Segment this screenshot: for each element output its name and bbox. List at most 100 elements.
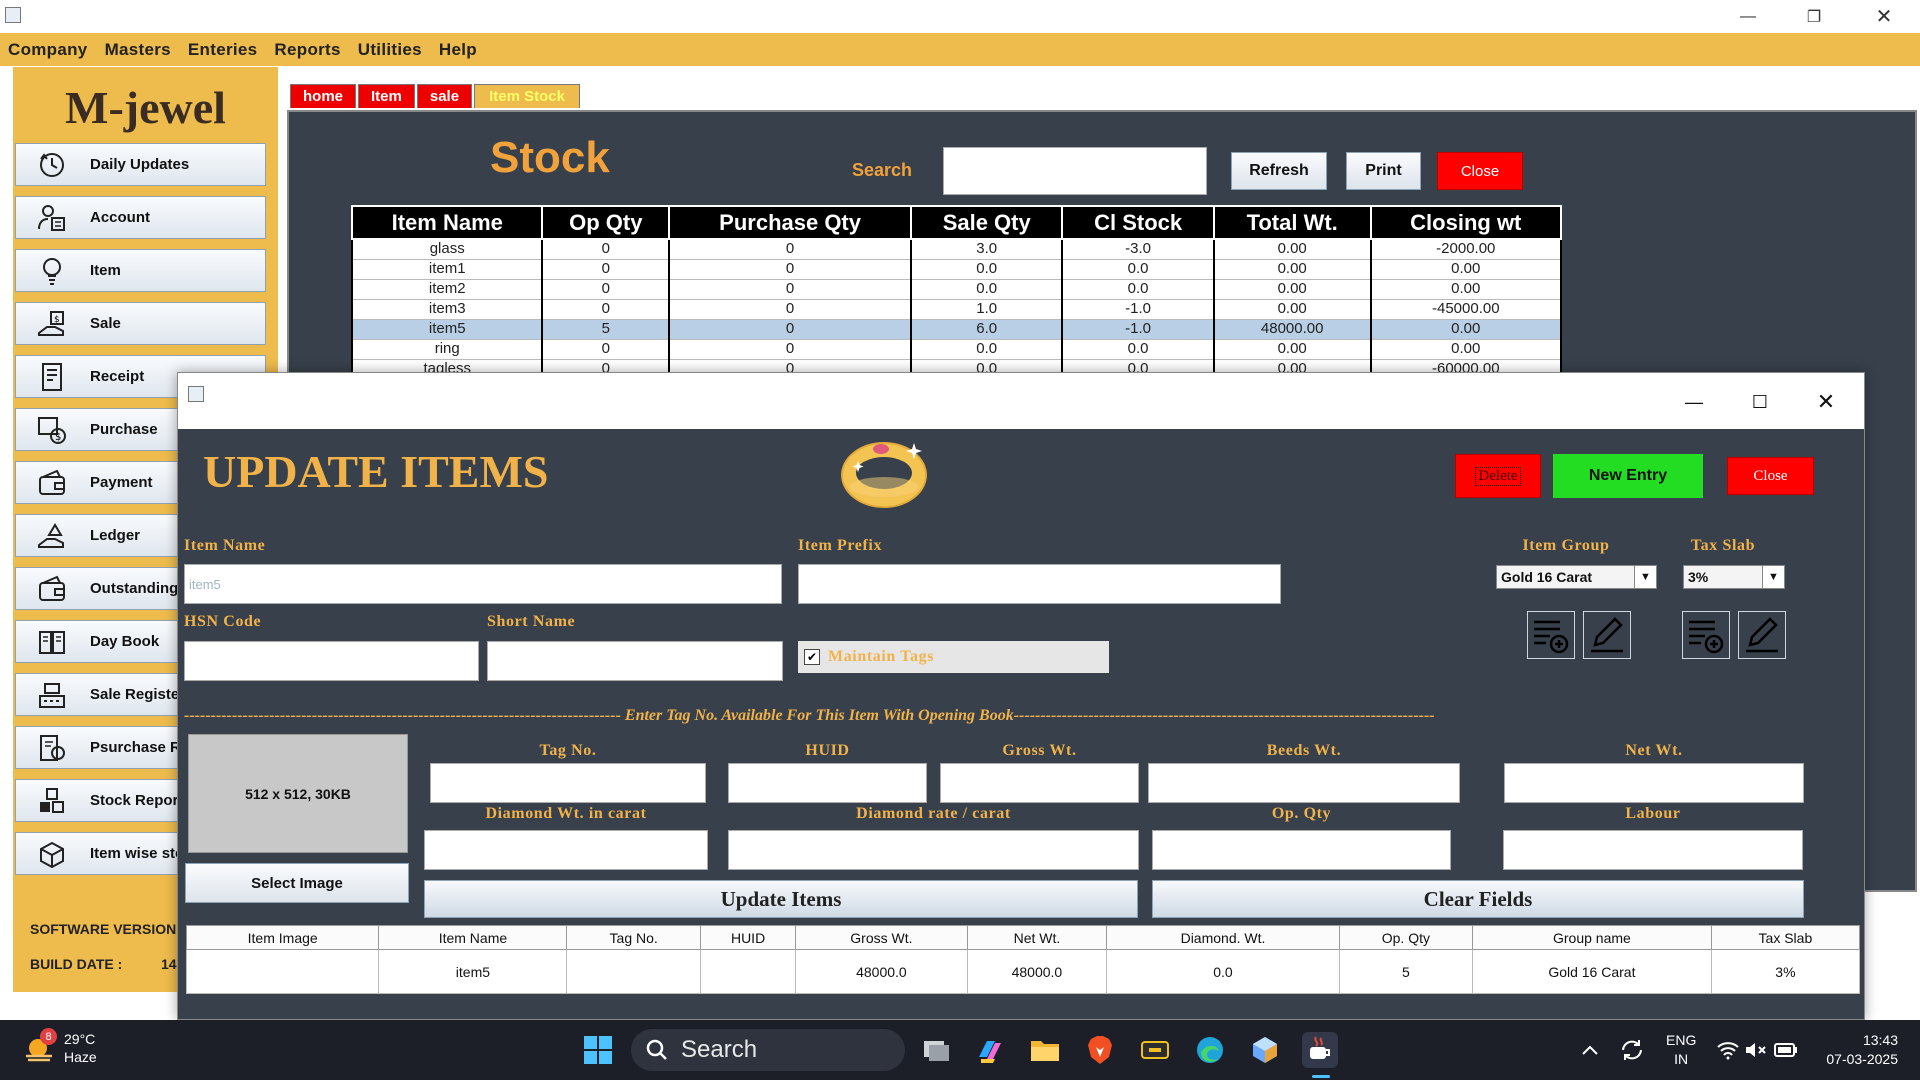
column-header[interactable]: Tag No. [566,925,701,950]
column-header[interactable]: Tax Slab [1710,925,1861,950]
table-cell: 0 [668,279,913,299]
dialog-close-window-button[interactable]: ✕ [1793,382,1859,422]
table-row[interactable]: item3 0 0 1.0 -1.0 0.00 -45000.00 [350,299,1563,319]
column-header[interactable]: Closing wt [1369,205,1563,240]
op-qty-field[interactable] [1152,830,1451,870]
restore-button[interactable]: ❐ [1781,0,1847,33]
windows-start-icon[interactable] [580,1032,616,1068]
column-header[interactable]: Op Qty [541,205,671,240]
column-header[interactable]: Sale Qty [910,205,1064,240]
diamond-wt-field[interactable] [424,830,708,870]
huid-field[interactable] [728,763,927,803]
chevron-up-icon[interactable] [1572,1032,1608,1068]
beeds-wt-field[interactable] [1148,763,1460,803]
new-entry-button[interactable]: New Entry [1553,454,1703,498]
gross-wt-field[interactable] [940,763,1139,803]
java-app-taskbar-icon[interactable] [1302,1032,1338,1068]
table-row[interactable]: item5 48000.0 48000.0 0.0 5 Gold 16 Cara… [185,949,1861,994]
dialog-maximize-button[interactable]: ☐ [1727,382,1793,422]
copilot-icon[interactable] [972,1032,1008,1068]
column-header[interactable]: Group name [1472,925,1712,950]
menu-utilities[interactable]: Utilities [358,40,422,60]
table-cell: 0 [668,259,913,279]
brave-browser-icon[interactable] [1082,1032,1118,1068]
sidebar-item-label: Receipt [90,368,145,385]
weather-widget[interactable]: 8 29°C Haze [22,1028,97,1066]
hsn-code-field[interactable] [184,641,479,681]
ring-logo-icon [836,435,932,514]
tab-home[interactable]: home [290,84,357,108]
minimize-button[interactable]: — [1715,0,1781,33]
stock-close-button[interactable]: Close [1437,152,1523,190]
column-header[interactable]: Item Image [185,925,380,950]
file-explorer-icon[interactable] [1027,1032,1063,1068]
table-row[interactable]: item2 0 0 0.0 0.0 0.00 0.00 [350,279,1563,299]
diamond-rate-field[interactable] [728,830,1139,870]
sidebar-item-daily-updates[interactable]: Daily Updates [15,143,266,186]
sidebar-item-account[interactable]: Account [15,196,266,239]
item-prefix-field[interactable] [798,564,1281,604]
column-header[interactable]: Purchase Qty [668,205,913,240]
column-header[interactable]: Op. Qty [1338,925,1474,950]
column-header[interactable]: HUID [699,925,797,950]
table-cell [566,949,701,994]
svg-text:$: $ [55,432,61,443]
taskbar-search[interactable]: Search [631,1029,905,1071]
column-header[interactable]: Item Name [378,925,568,950]
add-item-group-button[interactable] [1527,611,1575,659]
column-header[interactable]: Cl Stock [1061,205,1215,240]
column-header[interactable]: Gross Wt. [795,925,968,950]
column-header[interactable]: Total Wt. [1212,205,1372,240]
hsn-code-label: HSN Code [184,613,262,630]
sidebar-item-item[interactable]: Item [15,249,266,292]
table-row-selected[interactable]: item5 5 0 6.0 -1.0 48000.00 0.00 [350,319,1563,339]
column-header[interactable]: Diamond. Wt. [1106,925,1340,950]
edit-item-group-button[interactable] [1583,611,1631,659]
refresh-button[interactable]: Refresh [1231,152,1327,190]
labour-field[interactable] [1503,830,1803,870]
tax-slab-select[interactable]: 3% ▼ [1683,565,1785,589]
table-cell: 0.0 [1061,259,1215,279]
table-row[interactable]: item1 0 0 0.0 0.0 0.00 0.00 [350,259,1563,279]
select-image-button[interactable]: Select Image [185,863,409,903]
menu-company[interactable]: Company [8,40,88,60]
add-tax-slab-button[interactable] [1682,611,1730,659]
taskbar-clock[interactable]: 13:43 07-03-2025 [1826,1031,1898,1069]
delete-button[interactable]: Delete [1455,454,1541,498]
menu-masters[interactable]: Masters [105,40,171,60]
short-name-field[interactable] [487,641,783,681]
battery-icon[interactable] [1768,1032,1804,1068]
column-header[interactable]: Net Wt. [966,925,1108,950]
net-wt-field[interactable] [1504,763,1804,803]
menu-help[interactable]: Help [439,40,477,60]
item-name-field[interactable] [184,564,782,604]
gaming-app-icon[interactable] [1137,1032,1173,1068]
weather-badge: 8 [40,1028,57,1045]
item-group-select[interactable]: Gold 16 Carat ▼ [1496,565,1657,589]
tab-sale[interactable]: sale [416,84,473,108]
maintain-tags-checkbox[interactable]: ✔ Maintain Tags [798,641,1109,673]
cube-app-icon[interactable] [1247,1032,1283,1068]
menu-enteries[interactable]: Enteries [188,40,258,60]
dialog-minimize-button[interactable]: — [1661,382,1727,422]
task-view-icon[interactable] [918,1032,954,1068]
sidebar-item-sale[interactable]: $ Sale [15,302,266,345]
print-button[interactable]: Print [1346,152,1421,190]
dialog-close-button[interactable]: Close [1727,457,1814,495]
edge-browser-icon[interactable] [1192,1032,1228,1068]
update-items-button[interactable]: Update Items [424,880,1138,918]
stock-search-input[interactable] [943,147,1207,195]
table-row[interactable]: ring 0 0 0.0 0.0 0.00 0.00 [350,339,1563,359]
language-indicator[interactable]: ENG IN [1666,1031,1696,1069]
table-row[interactable]: glass 0 0 3.0 -3.0 0.00 -2000.00 [350,239,1563,259]
close-window-button[interactable]: ✕ [1851,0,1917,33]
tab-item[interactable]: Item [358,84,415,108]
column-header[interactable]: Item Name [350,205,544,240]
clear-fields-button[interactable]: Clear Fields [1152,880,1804,918]
edit-tax-slab-button[interactable] [1738,611,1786,659]
tab-item-stock[interactable]: Item Stock [474,84,580,108]
tag-no-field[interactable] [430,763,706,803]
taskbar-search-label: Search [681,1036,758,1063]
menu-reports[interactable]: Reports [274,40,340,60]
sync-icon[interactable] [1614,1032,1650,1068]
